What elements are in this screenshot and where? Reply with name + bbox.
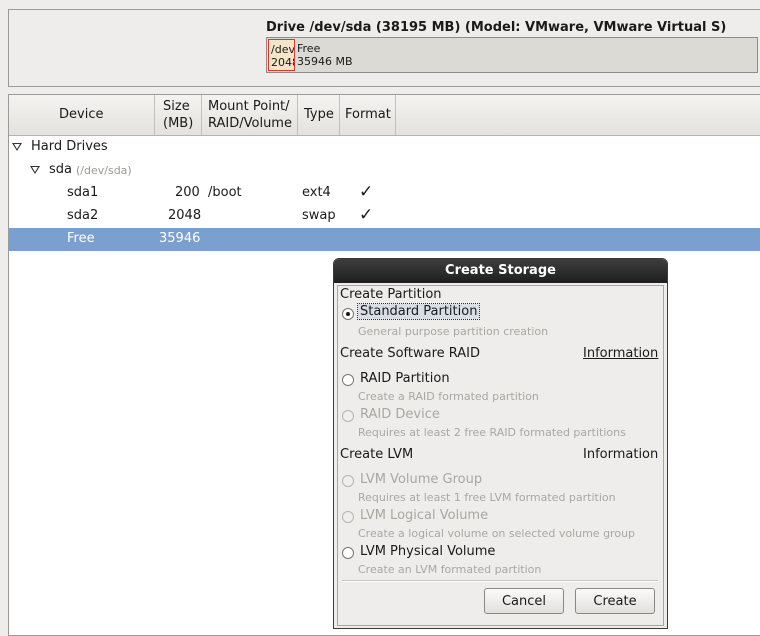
device-cell: sda1 [67, 185, 99, 200]
expander-down-icon[interactable] [12, 143, 22, 151]
raid-device-radio[interactable] [342, 410, 354, 422]
size-cell: 35946 [159, 231, 201, 246]
table-row-selected[interactable]: Free 35946 [9, 228, 760, 251]
tree-row-sda[interactable]: sda (/dev/sda) [9, 159, 760, 182]
partition-segment-free[interactable]: Free 35946 MB [296, 39, 756, 71]
device-cell: sda2 [67, 208, 99, 223]
tree-row-hard-drives[interactable]: Hard Drives [9, 136, 760, 159]
column-header-format[interactable]: Format [340, 95, 396, 135]
raid-information-link[interactable]: Information [583, 346, 658, 361]
column-header-size[interactable]: Size (MB) [155, 95, 202, 135]
segment-size: 2048 [271, 56, 294, 69]
standard-partition-desc: General purpose partition creation [358, 325, 549, 338]
lvm-physical-volume-desc: Create an LVM formated partition [358, 563, 542, 576]
header-label: Device [59, 107, 104, 122]
mount-cell: /boot [208, 185, 242, 200]
lvm-physical-volume-radio[interactable] [342, 547, 354, 559]
standard-partition-radio[interactable] [342, 308, 354, 320]
column-header-device[interactable]: Device [9, 95, 155, 135]
raid-partition-radio[interactable] [342, 374, 354, 386]
lvm-volume-group-radio[interactable] [342, 475, 354, 487]
expander-down-icon[interactable] [30, 166, 40, 174]
section-create-software-raid: Create Software RAID [340, 346, 481, 361]
dialog-body: Create Partition Standard Partition Gene… [337, 285, 664, 626]
table-row[interactable]: sda2 2048 swap ✓ [9, 205, 760, 228]
create-storage-dialog: Create Storage Create Partition Standard… [333, 258, 668, 629]
segment-size: 35946 MB [297, 55, 353, 68]
lvm-information-link[interactable]: Information [583, 447, 658, 462]
format-check-icon: ✓ [359, 205, 374, 225]
dialog-title: Create Storage [334, 259, 667, 283]
type-cell: ext4 [302, 185, 331, 200]
disk-path: (/dev/sda) [76, 164, 132, 177]
drive-title: Drive /dev/sda (38195 MB) (Model: VMware… [266, 20, 727, 35]
segment-label: Free [297, 42, 321, 55]
table-header: Device Size (MB) Mount Point/ RAID/Volum… [9, 95, 760, 136]
lvm-logical-volume-radio[interactable] [342, 511, 354, 523]
section-create-lvm: Create LVM [340, 447, 414, 462]
format-check-icon: ✓ [359, 182, 374, 202]
size-cell: 2048 [168, 208, 202, 223]
cancel-button[interactable]: Cancel [484, 588, 564, 614]
lvm-volume-group-label[interactable]: LVM Volume Group [360, 472, 482, 487]
create-button[interactable]: Create [575, 588, 655, 614]
drive-partition-bar: /dev/sda2 2048 Free 35946 MB [266, 37, 758, 73]
segment-label: /dev/sda2 [271, 43, 295, 56]
lvm-volume-group-desc: Requires at least 1 free LVM formated pa… [358, 491, 616, 504]
size-cell: 200 [175, 185, 200, 200]
header-label: Size (MB) [163, 99, 194, 131]
device-cell: Free [67, 231, 95, 246]
table-row[interactable]: sda1 200 /boot ext4 ✓ [9, 182, 760, 205]
header-label: Format [345, 107, 391, 122]
column-header-type[interactable]: Type [298, 95, 340, 135]
partition-segment-sda2[interactable]: /dev/sda2 2048 [268, 39, 295, 71]
standard-partition-label[interactable]: Standard Partition [356, 303, 481, 320]
raid-partition-desc: Create a RAID formated partition [358, 390, 539, 403]
dialog-separator [342, 580, 658, 582]
raid-device-label[interactable]: RAID Device [360, 407, 440, 422]
column-header-mount[interactable]: Mount Point/ RAID/Volume [202, 95, 298, 135]
raid-device-desc: Requires at least 2 free RAID formated p… [358, 426, 626, 439]
lvm-logical-volume-label[interactable]: LVM Logical Volume [360, 508, 488, 523]
section-create-partition: Create Partition [340, 287, 442, 302]
type-cell: swap [302, 208, 336, 223]
disk-name: sda [49, 162, 72, 177]
raid-partition-label[interactable]: RAID Partition [360, 371, 450, 386]
lvm-physical-volume-label[interactable]: LVM Physical Volume [360, 544, 495, 559]
header-label: Mount Point/ RAID/Volume [208, 99, 292, 131]
header-label: Type [304, 107, 334, 122]
group-label: Hard Drives [31, 139, 108, 154]
lvm-logical-volume-desc: Create a logical volume on selected volu… [358, 527, 636, 540]
